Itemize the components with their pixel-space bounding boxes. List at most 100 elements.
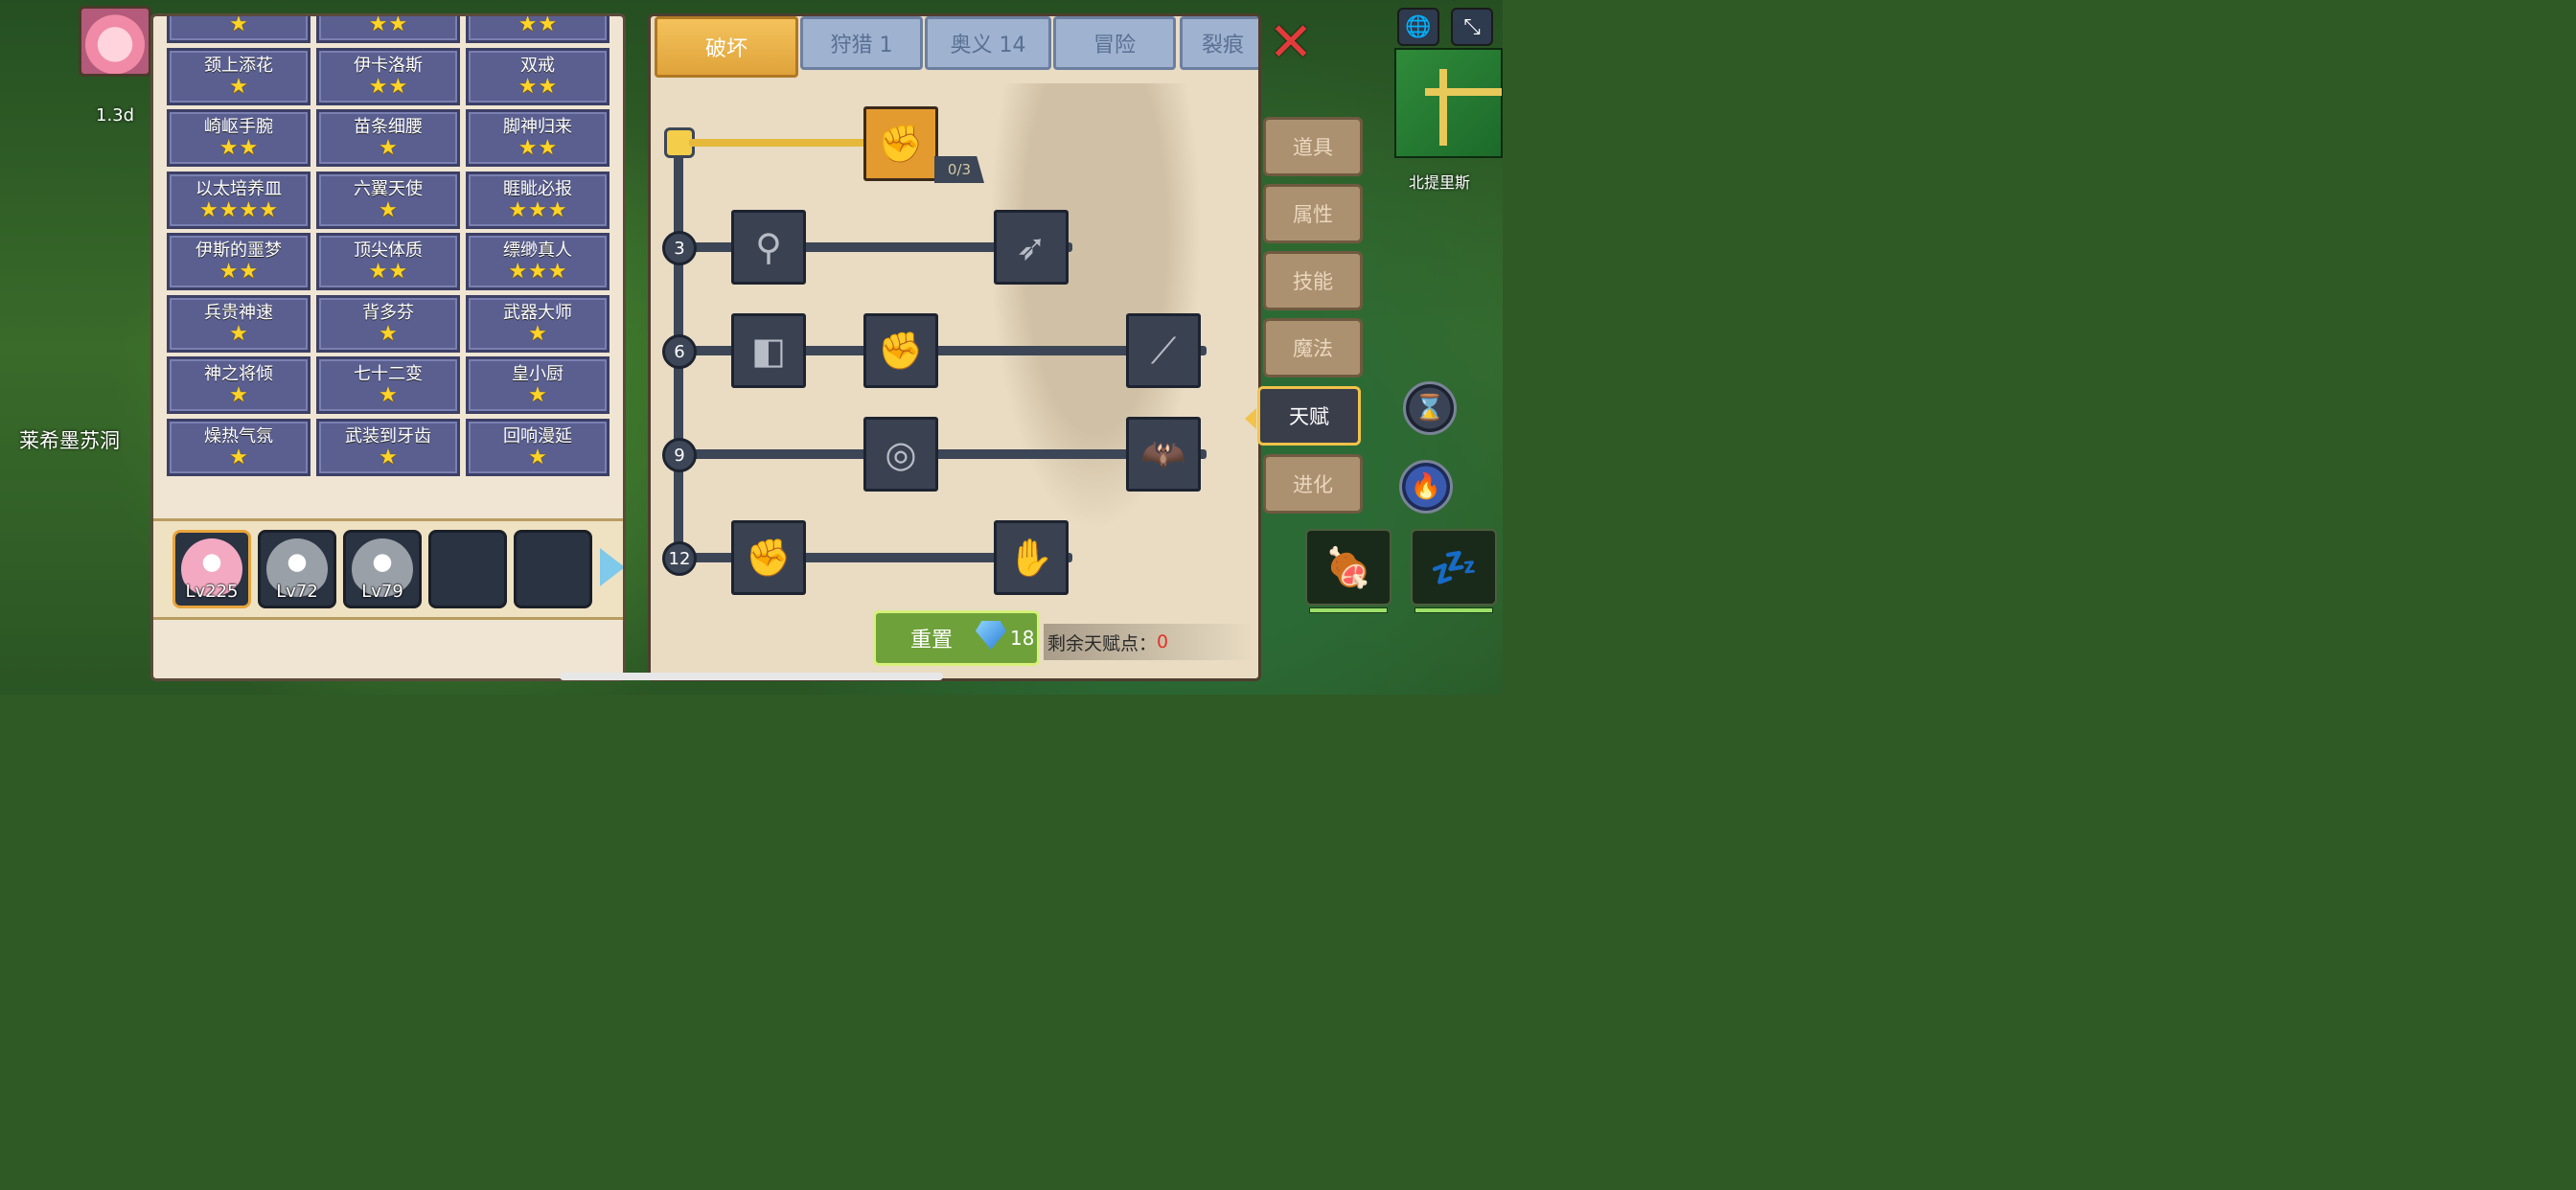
talent-cell[interactable]: 睚眦必报 ★ ★ ★ <box>466 171 610 229</box>
team-slot-5[interactable] <box>514 530 592 608</box>
close-button[interactable]: ✕ <box>1267 16 1315 70</box>
talent-cell[interactable]: 武装到牙齿 ★ <box>316 418 460 476</box>
flame-skill-icon[interactable]: 🔥 <box>1399 460 1453 514</box>
globe-icon[interactable]: 🌐 <box>1397 8 1439 46</box>
talent-name: 皇小厨 <box>512 364 564 384</box>
menu-items[interactable]: 道具 <box>1263 117 1363 176</box>
star-icon: ★ <box>239 136 259 160</box>
tab-hunting[interactable]: 狩猎 1 <box>800 16 923 70</box>
star-icon: ★ <box>388 260 408 284</box>
star-icon: ★ <box>218 260 239 284</box>
menu-attributes[interactable]: 属性 <box>1263 184 1363 243</box>
fist-icon[interactable]: ✊ <box>731 520 806 595</box>
team-slot-4[interactable] <box>428 530 507 608</box>
team-level: Lv72 <box>276 582 318 602</box>
tab-destruction[interactable]: 破坏 <box>655 16 798 78</box>
star-icon: ★ <box>218 136 239 160</box>
talent-cell[interactable]: 颈上添花 ★ <box>167 47 310 105</box>
reset-button[interactable]: 重置 18 <box>873 610 1040 666</box>
menu-skills[interactable]: 技能 <box>1263 251 1363 310</box>
bat-drop-icon[interactable]: 🦇 <box>1126 417 1201 492</box>
remaining-points-value: 0 <box>1157 631 1169 652</box>
tree-tabs: 破坏 狩猎 1 奥义 14 冒险 裂痕 <box>651 16 1258 78</box>
talent-cell[interactable]: 伊斯的噩梦 ★ ★ <box>167 233 310 290</box>
arm-wrestle-icon[interactable]: ✊ <box>863 106 938 181</box>
talent-name: 六翼天使 <box>354 178 423 199</box>
talent-stars: ★ <box>379 323 398 345</box>
team-slot-1[interactable]: Lv225 <box>172 530 251 608</box>
star-icon: ★ <box>538 13 558 36</box>
location-label: 莱希墨苏洞 <box>19 429 120 452</box>
hero-portrait[interactable] <box>79 6 151 77</box>
remaining-points-label: 剩余天赋点： <box>1047 632 1158 654</box>
star-icon: ★ <box>379 197 398 222</box>
talent-cell[interactable]: 脚神归来 ★ ★ <box>466 109 610 167</box>
team-slot-2[interactable]: Lv72 <box>258 530 336 608</box>
talent-cell[interactable]: 背多芬 ★ <box>316 294 460 353</box>
talent-cell[interactable]: 缥缈真人 ★ ★ ★ <box>466 233 610 290</box>
blood-slash-icon[interactable]: ⟋ <box>1126 313 1201 388</box>
shield-break-icon[interactable]: ◧ <box>731 313 806 388</box>
team-next-arrow-icon[interactable] <box>600 548 623 586</box>
talent-cell[interactable]: 皇小厨 ★ <box>466 356 610 414</box>
talent-stars: ★ <box>229 323 248 345</box>
talent-cell[interactable]: 双戒 ★ ★ <box>466 47 610 105</box>
talent-name: 神之将倾 <box>204 364 273 384</box>
minimap[interactable] <box>1394 48 1503 158</box>
muscle-body-icon[interactable]: ⚲ <box>731 210 806 285</box>
talent-stars: ★ <box>229 76 248 98</box>
talent-cell[interactable]: 燥热气氛 ★ <box>167 418 310 476</box>
home-indicator <box>560 673 943 680</box>
talent-cell[interactable]: 万布式大脑★★ <box>466 13 610 43</box>
exp-value: 1.3d <box>96 105 135 126</box>
tab-rift[interactable]: 裂痕 <box>1180 16 1258 70</box>
talent-stars: ★ <box>229 16 248 35</box>
diamond-icon <box>976 621 1006 650</box>
meat-item-icon[interactable]: 🍖 <box>1305 529 1392 613</box>
tab-mystery[interactable]: 奥义 14 <box>925 16 1051 70</box>
star-icon: ★ <box>508 260 528 284</box>
talent-cell[interactable]: 武器大师 ★ <box>466 294 610 353</box>
arrow-strike-icon[interactable]: ➶ <box>994 210 1069 285</box>
reset-label: 重置 <box>910 629 954 652</box>
talent-cell[interactable]: 伊卡洛斯 ★ ★ <box>316 47 460 105</box>
talent-cell[interactable]: 兵贵神速 ★ <box>167 294 310 353</box>
talent-cell[interactable]: 顶尖体质 ★ ★ <box>316 233 460 290</box>
menu-talents[interactable]: 天赋 <box>1245 386 1361 446</box>
talent-cell[interactable]: 七十二变 ★ <box>316 356 460 414</box>
ground-ring-icon[interactable]: ◎ <box>863 417 938 492</box>
menu-evolution[interactable]: 进化 <box>1263 454 1363 514</box>
team-slot-3[interactable]: Lv79 <box>343 530 422 608</box>
talent-stars: ★ <box>379 385 398 406</box>
exit-fullscreen-icon[interactable]: ⤡ <box>1451 8 1493 46</box>
talent-name: 崎岖手腕 <box>204 117 273 137</box>
talent-stars: ★ ★ ★ <box>508 197 566 222</box>
star-icon: ★ <box>239 260 259 284</box>
talent-stars: ★ ★ <box>369 16 407 35</box>
star-icon: ★ <box>518 13 538 36</box>
talent-cell[interactable]: 多重鳞片★★ <box>316 16 460 43</box>
tab-adventure[interactable]: 冒险 <box>1053 16 1176 70</box>
talent-cell[interactable]: 六翼天使 ★ <box>316 171 460 229</box>
minimap-location-label: 北提里斯 <box>1409 173 1471 192</box>
talent-cell[interactable]: 苗条细腰 ★ <box>316 109 460 167</box>
hourglass-icon[interactable]: ⌛ <box>1403 381 1457 435</box>
talent-cell[interactable]: 以太培养皿 ★ ★ ★ ★ <box>167 171 310 229</box>
team-bar: Lv225 Lv72 Lv79 <box>153 518 623 620</box>
remaining-points: 剩余天赋点： 0 <box>1044 624 1254 660</box>
open-hand-icon[interactable]: ✋ <box>994 520 1069 595</box>
talent-cell[interactable]: 神之将倾 ★ <box>167 356 310 414</box>
fast-punch-icon[interactable]: ✊ <box>863 313 938 388</box>
node-progress: 0/3 <box>934 156 984 183</box>
talent-name: 睚眦必报 <box>503 178 572 199</box>
talent-cell[interactable]: 回响漫延 ★ <box>466 418 610 476</box>
menu-magic[interactable]: 魔法 <box>1263 318 1363 378</box>
talent-stars: ★ ★ <box>369 76 407 98</box>
talent-cell[interactable]: 崎岖手腕 ★ ★ <box>167 109 310 167</box>
talent-cell[interactable]: 开花★ <box>167 16 310 43</box>
talent-name: 顶尖体质 <box>354 240 423 261</box>
star-icon: ★ <box>379 383 398 407</box>
talent-stars: ★ <box>229 385 248 406</box>
rest-item-icon[interactable]: 💤 <box>1411 529 1497 613</box>
star-icon: ★ <box>508 197 528 222</box>
